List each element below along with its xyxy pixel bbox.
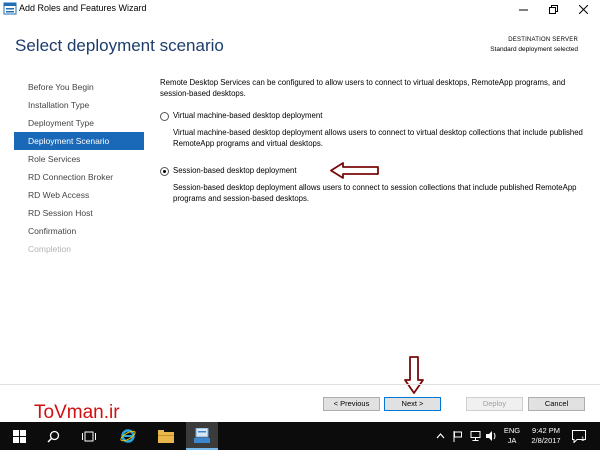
notification-count: 1	[581, 436, 585, 443]
internet-explorer-button[interactable]	[112, 422, 144, 450]
nav-item-installation-type[interactable]: Installation Type	[14, 96, 144, 114]
nav-item-deployment-scenario[interactable]: Deployment Scenario	[14, 132, 144, 150]
destination-server-value: Standard deployment selected	[490, 46, 578, 53]
minimize-button[interactable]	[508, 0, 538, 18]
input-method: JA	[507, 436, 517, 445]
option-virtual-machine-label[interactable]: Virtual machine-based desktop deployment	[173, 111, 322, 120]
option-virtual-machine-description: Virtual machine-based desktop deployment…	[173, 128, 583, 148]
show-hidden-icons-button[interactable]	[432, 422, 448, 450]
option-session-based-description: Session-based desktop deployment allows …	[173, 183, 577, 203]
page-title: Select deployment scenario	[15, 36, 224, 55]
nav-item-before-you-begin[interactable]: Before You Begin	[14, 78, 144, 96]
main-content: Remote Desktop Services can be configure…	[160, 77, 590, 203]
nav-item-rd-connection-broker[interactable]: RD Connection Broker	[14, 168, 144, 186]
task-view-button[interactable]	[74, 422, 104, 450]
annotation-arrow-down-icon	[404, 356, 424, 394]
notification-flag-button[interactable]	[450, 422, 466, 450]
server-manager-icon	[194, 427, 210, 443]
windows-logo-icon	[12, 429, 26, 443]
volume-button[interactable]	[483, 422, 499, 450]
internet-explorer-icon	[120, 429, 136, 443]
wizard-nav: Before You Begin Installation Type Deplo…	[14, 78, 144, 258]
speaker-icon	[485, 431, 495, 441]
network-icon	[470, 431, 480, 441]
action-center-button[interactable]: 1	[568, 422, 590, 450]
task-view-icon	[82, 431, 96, 441]
watermark: ToVman.ir	[34, 402, 120, 423]
network-button[interactable]	[467, 422, 483, 450]
deploy-button: Deploy	[466, 397, 523, 411]
previous-button[interactable]: < Previous	[323, 397, 380, 411]
clock-date: 2/8/2017	[531, 436, 561, 445]
language-code: ENG	[503, 426, 521, 435]
intro-text: Remote Desktop Services can be configure…	[160, 78, 566, 98]
search-icon	[46, 430, 59, 443]
annotation-arrow-left-icon	[330, 162, 379, 179]
close-icon	[578, 4, 588, 14]
footer-divider	[0, 384, 600, 385]
restore-button[interactable]	[538, 0, 568, 18]
nav-item-completion: Completion	[28, 244, 71, 254]
window-title: Add Roles and Features Wizard	[19, 3, 147, 13]
destination-server-label: DESTINATION SERVER	[508, 37, 578, 43]
flag-icon	[453, 430, 462, 442]
language-indicator[interactable]: ENG JA	[500, 426, 524, 446]
clock-time: 9:42 PM	[532, 426, 560, 435]
radio-session-based[interactable]	[160, 167, 169, 176]
next-button[interactable]: Next >	[384, 397, 441, 411]
nav-item-rd-web-access[interactable]: RD Web Access	[14, 186, 144, 204]
restore-icon	[548, 4, 558, 14]
start-button[interactable]	[0, 422, 38, 450]
file-explorer-button[interactable]	[150, 422, 182, 450]
minimize-icon	[518, 9, 528, 10]
close-button[interactable]	[568, 0, 598, 18]
nav-item-deployment-type[interactable]: Deployment Type	[14, 114, 144, 132]
server-manager-taskbar-button[interactable]	[186, 422, 218, 450]
cancel-button[interactable]: Cancel	[528, 397, 585, 411]
nav-item-confirmation[interactable]: Confirmation	[14, 222, 144, 240]
folder-icon	[158, 429, 174, 443]
server-manager-icon	[3, 2, 17, 15]
nav-item-role-services[interactable]: Role Services	[14, 150, 144, 168]
search-button[interactable]	[38, 422, 68, 450]
taskbar: ENG JA 9:42 PM 2/8/2017 1	[0, 422, 600, 450]
window-titlebar[interactable]: Add Roles and Features Wizard	[0, 0, 600, 18]
radio-virtual-machine[interactable]	[160, 112, 169, 121]
clock[interactable]: 9:42 PM 2/8/2017	[526, 426, 566, 446]
nav-item-rd-session-host[interactable]: RD Session Host	[14, 204, 144, 222]
chevron-up-icon	[436, 433, 444, 439]
option-session-based-label[interactable]: Session-based desktop deployment	[173, 166, 297, 175]
